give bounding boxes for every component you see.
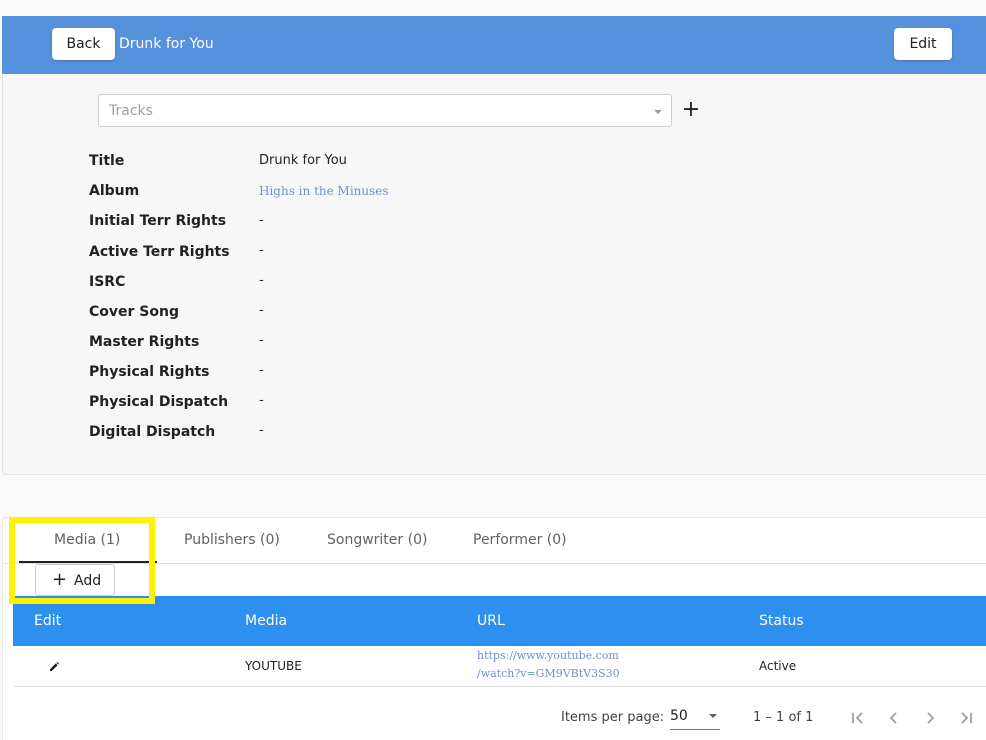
cell-media: YOUTUBE [245,659,302,673]
field-label-digital-dispatch: Digital Dispatch [89,424,216,440]
add-media-button[interactable]: + Add [35,564,115,596]
table-header: Edit Media URL Status [13,596,986,646]
tracks-placeholder: Tracks [109,103,153,119]
url-line-1: https://www.youtube.com [477,649,619,662]
field-value-isrc: - [259,273,264,288]
back-button[interactable]: Back [52,28,115,60]
next-page-icon[interactable] [918,706,942,730]
tab-bar: Media (1) Publishers (0) Songwriter (0) … [3,518,986,564]
field-label-initial-terr-rights: Initial Terr Rights [89,213,227,229]
related-items-card: Media (1) Publishers (0) Songwriter (0) … [2,517,986,740]
page-title: Drunk for You [119,36,214,52]
previous-page-icon[interactable] [882,706,906,730]
last-page-icon[interactable] [954,706,978,730]
field-value-physical-dispatch: - [259,393,264,408]
field-value-title: Drunk for You [259,153,347,168]
field-value-active-terr-rights: - [259,243,264,258]
field-label-physical-dispatch: Physical Dispatch [89,394,229,410]
first-page-icon[interactable] [846,706,870,730]
plus-icon: + [52,569,68,590]
plus-icon[interactable]: + [681,98,701,122]
chevron-down-icon [709,714,717,718]
active-tab-indicator [19,561,157,563]
tab-performer[interactable]: Performer (0) [473,532,567,548]
page-header: Back Drunk for You Edit [2,16,986,74]
field-label-physical-rights: Physical Rights [89,364,210,380]
items-per-page-select[interactable]: 50 [670,706,720,730]
field-label-master-rights: Master Rights [89,334,200,350]
paginator: Items per page: 50 1 – 1 of 1 [3,688,986,740]
tab-songwriter[interactable]: Songwriter (0) [327,532,427,548]
field-value-master-rights: - [259,333,264,348]
add-button-label: Add [74,573,102,589]
field-label-isrc: ISRC [89,274,126,290]
column-header-url[interactable]: URL [477,613,505,629]
edit-button[interactable]: Edit [894,28,952,60]
items-per-page-value: 50 [670,708,688,724]
field-label-active-terr-rights: Active Terr Rights [89,244,230,260]
cell-status: Active [759,659,797,673]
pencil-icon[interactable] [49,662,59,672]
column-header-edit[interactable]: Edit [34,613,61,629]
tab-publishers[interactable]: Publishers (0) [184,532,280,548]
field-label-album: Album [89,183,140,199]
column-header-status[interactable]: Status [759,613,804,629]
field-value-digital-dispatch: - [259,423,264,438]
column-header-media[interactable]: Media [245,613,287,629]
field-value-initial-terr-rights: - [259,213,264,228]
track-details-card: Tracks + Title Drunk for You Album Highs… [2,74,986,475]
album-link[interactable]: Highs in the Minuses [259,184,389,198]
field-label-title: Title [89,153,125,169]
tab-media[interactable]: Media (1) [54,532,120,548]
tracks-select[interactable]: Tracks [98,94,672,127]
field-value-cover-song: - [259,303,264,318]
chevron-down-icon [654,110,662,114]
field-label-cover-song: Cover Song [89,304,179,320]
table-row: YOUTUBE https://www.youtube.com /watch?v… [13,646,986,687]
url-line-2: /watch?v=GM9VBtV3S30 [477,667,620,680]
field-value-physical-rights: - [259,363,264,378]
cell-url-link[interactable]: https://www.youtube.com /watch?v=GM9VBtV… [477,647,620,683]
items-per-page-label: Items per page: [561,710,665,725]
page-range-label: 1 – 1 of 1 [753,710,814,725]
